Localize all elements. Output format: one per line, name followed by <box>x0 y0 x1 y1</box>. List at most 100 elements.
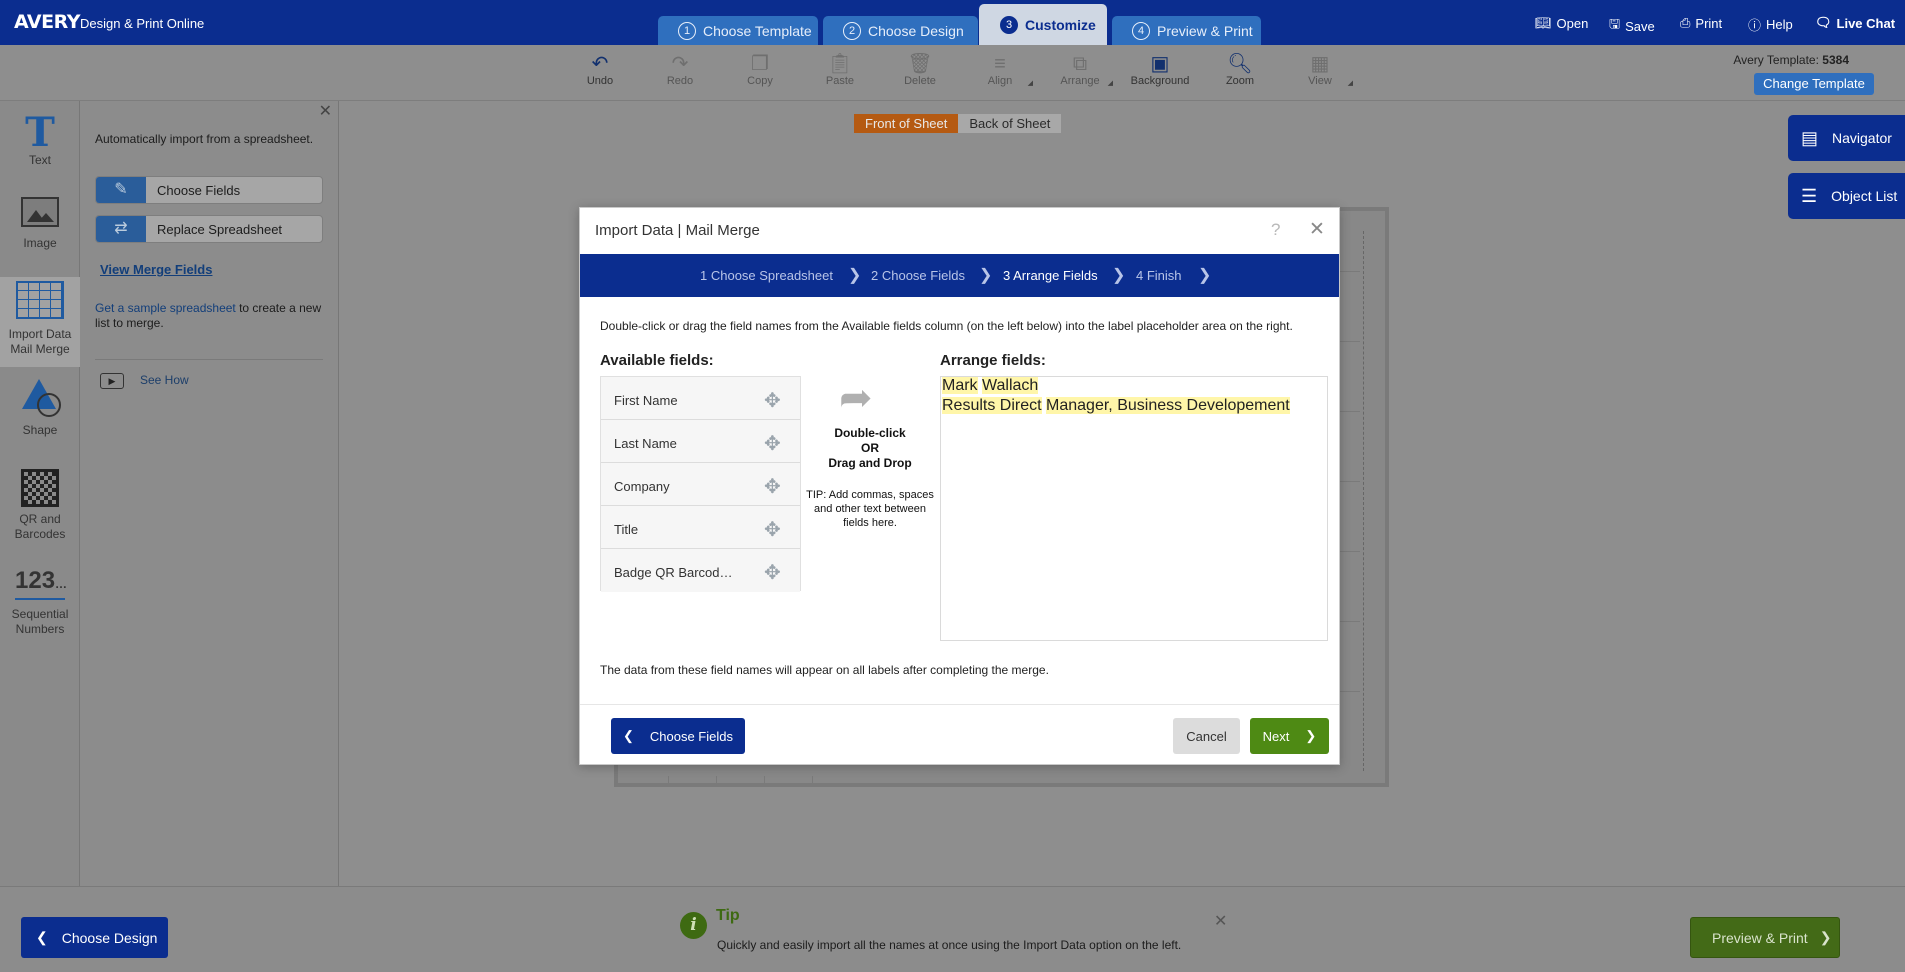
open-button[interactable]: 📖︎ Open <box>1535 15 1588 31</box>
field-first-name[interactable]: First Name ✥ <box>601 377 800 420</box>
rail-image[interactable]: Image <box>0 197 80 267</box>
save-icon: 🖫︎ <box>1609 16 1621 31</box>
wizard-step-arrange-fields[interactable]: 3 Arrange Fields <box>1003 268 1098 283</box>
choose-design-button[interactable]: ❮ Choose Design <box>21 917 168 958</box>
field-title[interactable]: Title ✥ <box>601 506 800 549</box>
divider <box>580 704 1339 705</box>
field-badge-qr-barcode[interactable]: Badge QR Barcod… ✥ <box>601 549 800 592</box>
delete-button[interactable]: 🗑︎ Delete <box>887 53 953 87</box>
wizard-step-choose-spreadsheet[interactable]: 1 Choose Spreadsheet <box>700 268 833 283</box>
field-last-name[interactable]: Last Name ✥ <box>601 420 800 463</box>
wizard-steps: 1 Choose Spreadsheet ❯ 2 Choose Fields ❯… <box>580 254 1339 297</box>
choose-fields-icon: ✎ <box>96 177 146 203</box>
background-icon: ▣ <box>1150 53 1170 75</box>
navigator-button[interactable]: ▤ Navigator <box>1788 115 1905 161</box>
refresh-icon: ⇄ <box>96 216 146 242</box>
arrange-tip: TIP: Add commas, spaces and other text b… <box>806 489 934 529</box>
redo-icon: ↷ <box>671 53 689 75</box>
help-icon: ⓘ <box>1748 18 1762 33</box>
align-button[interactable]: ≡ Align ◢ <box>967 53 1033 87</box>
replace-spreadsheet-button[interactable]: ⇄ Replace Spreadsheet <box>95 215 323 243</box>
rail-import-data[interactable]: Import Data Mail Merge <box>0 277 80 367</box>
text-icon: T <box>25 109 55 156</box>
divider <box>95 359 323 360</box>
chevron-right-icon: ❯ <box>1198 267 1212 284</box>
merge-field-title[interactable]: Manager, Business Developement <box>1046 397 1290 414</box>
move-icon[interactable]: ✥ <box>764 517 781 542</box>
field-company[interactable]: Company ✥ <box>601 463 800 506</box>
arrange-fields-area[interactable]: Mark Wallach Results Direct Manager, Bus… <box>940 376 1328 641</box>
rail-text[interactable]: T Text <box>0 113 80 183</box>
merge-field-company[interactable]: Results Direct <box>942 397 1042 414</box>
change-template-button[interactable]: Change Template <box>1754 73 1874 95</box>
available-fields-list: First Name ✥ Last Name ✥ Company ✥ Title… <box>600 376 801 592</box>
sample-spreadsheet-link[interactable]: Get a sample spreadsheet <box>95 301 236 315</box>
navigator-icon: ▤ <box>1801 127 1819 148</box>
drag-drop-hint: Double-click OR Drag and Drop <box>828 426 912 470</box>
left-tool-rail: T Text Image Import Data Mail Merge Shap… <box>0 101 80 886</box>
background-button[interactable]: ▣ Background <box>1127 53 1193 87</box>
choose-fields-panel-button[interactable]: ✎ Choose Fields <box>95 176 323 204</box>
help-button[interactable]: ⓘ Help <box>1748 15 1793 34</box>
zoom-button[interactable]: 🔍︎ Zoom <box>1207 53 1273 87</box>
copy-button[interactable]: ❐ Copy <box>727 53 793 87</box>
merge-field-first-name[interactable]: Mark <box>942 377 978 394</box>
close-icon[interactable]: ✕ <box>1309 218 1325 241</box>
see-how-link[interactable]: ▶ See How <box>100 373 189 389</box>
dropdown-corner-icon: ◢ <box>1027 80 1033 87</box>
toolbar: ↶ Undo ↷ Redo ❐ Copy 📋︎ Paste 🗑︎ Delete ≡ Alig… <box>0 45 1905 101</box>
avery-logo[interactable]: AVERY <box>14 11 80 33</box>
tip-title: Tip <box>716 907 740 924</box>
chevron-right-icon: ❯ <box>1819 929 1832 945</box>
trash-icon: 🗑︎ <box>907 53 933 75</box>
undo-button[interactable]: ↶ Undo <box>567 53 633 87</box>
back-choose-fields-button[interactable]: ❮ Choose Fields <box>611 718 745 754</box>
view-button[interactable]: ▦ View ◢ <box>1287 53 1353 87</box>
tab-choose-design[interactable]: 2 Choose Design <box>823 16 978 45</box>
paste-button[interactable]: 📋︎ Paste <box>807 53 873 87</box>
save-button[interactable]: 🖫︎ Save <box>1609 15 1655 37</box>
preview-print-button[interactable]: Preview & Print ❯ <box>1690 917 1840 958</box>
rail-shape[interactable]: Shape <box>0 379 80 449</box>
close-icon[interactable]: ✕ <box>319 101 332 121</box>
live-chat-button[interactable]: 🗨︎ Live Chat <box>1815 15 1895 31</box>
qr-code-icon <box>21 469 59 507</box>
view-merge-fields-link[interactable]: View Merge Fields <box>100 262 212 277</box>
panel-intro: Automatically import from a spreadsheet. <box>95 132 314 146</box>
tab-choose-template[interactable]: 1 Choose Template <box>658 16 818 45</box>
tip-close-icon[interactable]: ✕ <box>1214 911 1227 931</box>
tab-preview-print[interactable]: 4 Preview & Print <box>1112 16 1261 45</box>
sheet-tabs: Front of Sheet Back of Sheet <box>854 114 1062 133</box>
tab-front-of-sheet[interactable]: Front of Sheet <box>854 114 959 133</box>
template-number: 5384 <box>1822 53 1849 67</box>
redo-button[interactable]: ↷ Redo <box>647 53 713 87</box>
curved-arrow-icon: ➦ <box>839 376 873 420</box>
dialog-title: Import Data | Mail Merge <box>595 222 760 239</box>
help-icon[interactable]: ? <box>1271 220 1280 240</box>
rail-sequential-numbers[interactable]: 123… Sequential Numbers <box>0 567 80 647</box>
chevron-left-icon: ❮ <box>622 728 634 743</box>
print-button[interactable]: ⎙ Print <box>1680 15 1722 31</box>
move-icon[interactable]: ✥ <box>764 431 781 456</box>
tab-back-of-sheet[interactable]: Back of Sheet <box>958 114 1062 133</box>
move-icon[interactable]: ✥ <box>764 388 781 413</box>
move-icon[interactable]: ✥ <box>764 474 781 499</box>
rail-qr-barcodes[interactable]: QR and Barcodes <box>0 469 80 549</box>
import-data-dialog: Import Data | Mail Merge ? ✕ 1 Choose Sp… <box>579 207 1340 765</box>
cancel-button[interactable]: Cancel <box>1173 718 1240 754</box>
layers-icon: ☰ <box>1801 185 1818 206</box>
align-icon: ≡ <box>994 53 1006 75</box>
tab-customize[interactable]: 3 Customize <box>979 4 1107 45</box>
printer-icon: ⎙ <box>1680 15 1691 30</box>
arrange-button[interactable]: ⧉ Arrange ◢ <box>1047 53 1113 87</box>
chevron-left-icon: ❮ <box>36 929 48 945</box>
wizard-step-finish[interactable]: 4 Finish <box>1136 268 1182 283</box>
wizard-step-choose-fields[interactable]: 2 Choose Fields <box>871 268 965 283</box>
sequential-numbers-icon: 123… <box>15 567 67 600</box>
object-list-button[interactable]: ☰ Object List <box>1788 173 1905 219</box>
open-icon: 📖︎ <box>1535 15 1552 30</box>
bottom-bar <box>0 886 1905 972</box>
merge-field-last-name[interactable]: Wallach <box>982 377 1039 394</box>
next-button[interactable]: Next ❯ <box>1250 718 1329 754</box>
move-icon[interactable]: ✥ <box>764 560 781 585</box>
